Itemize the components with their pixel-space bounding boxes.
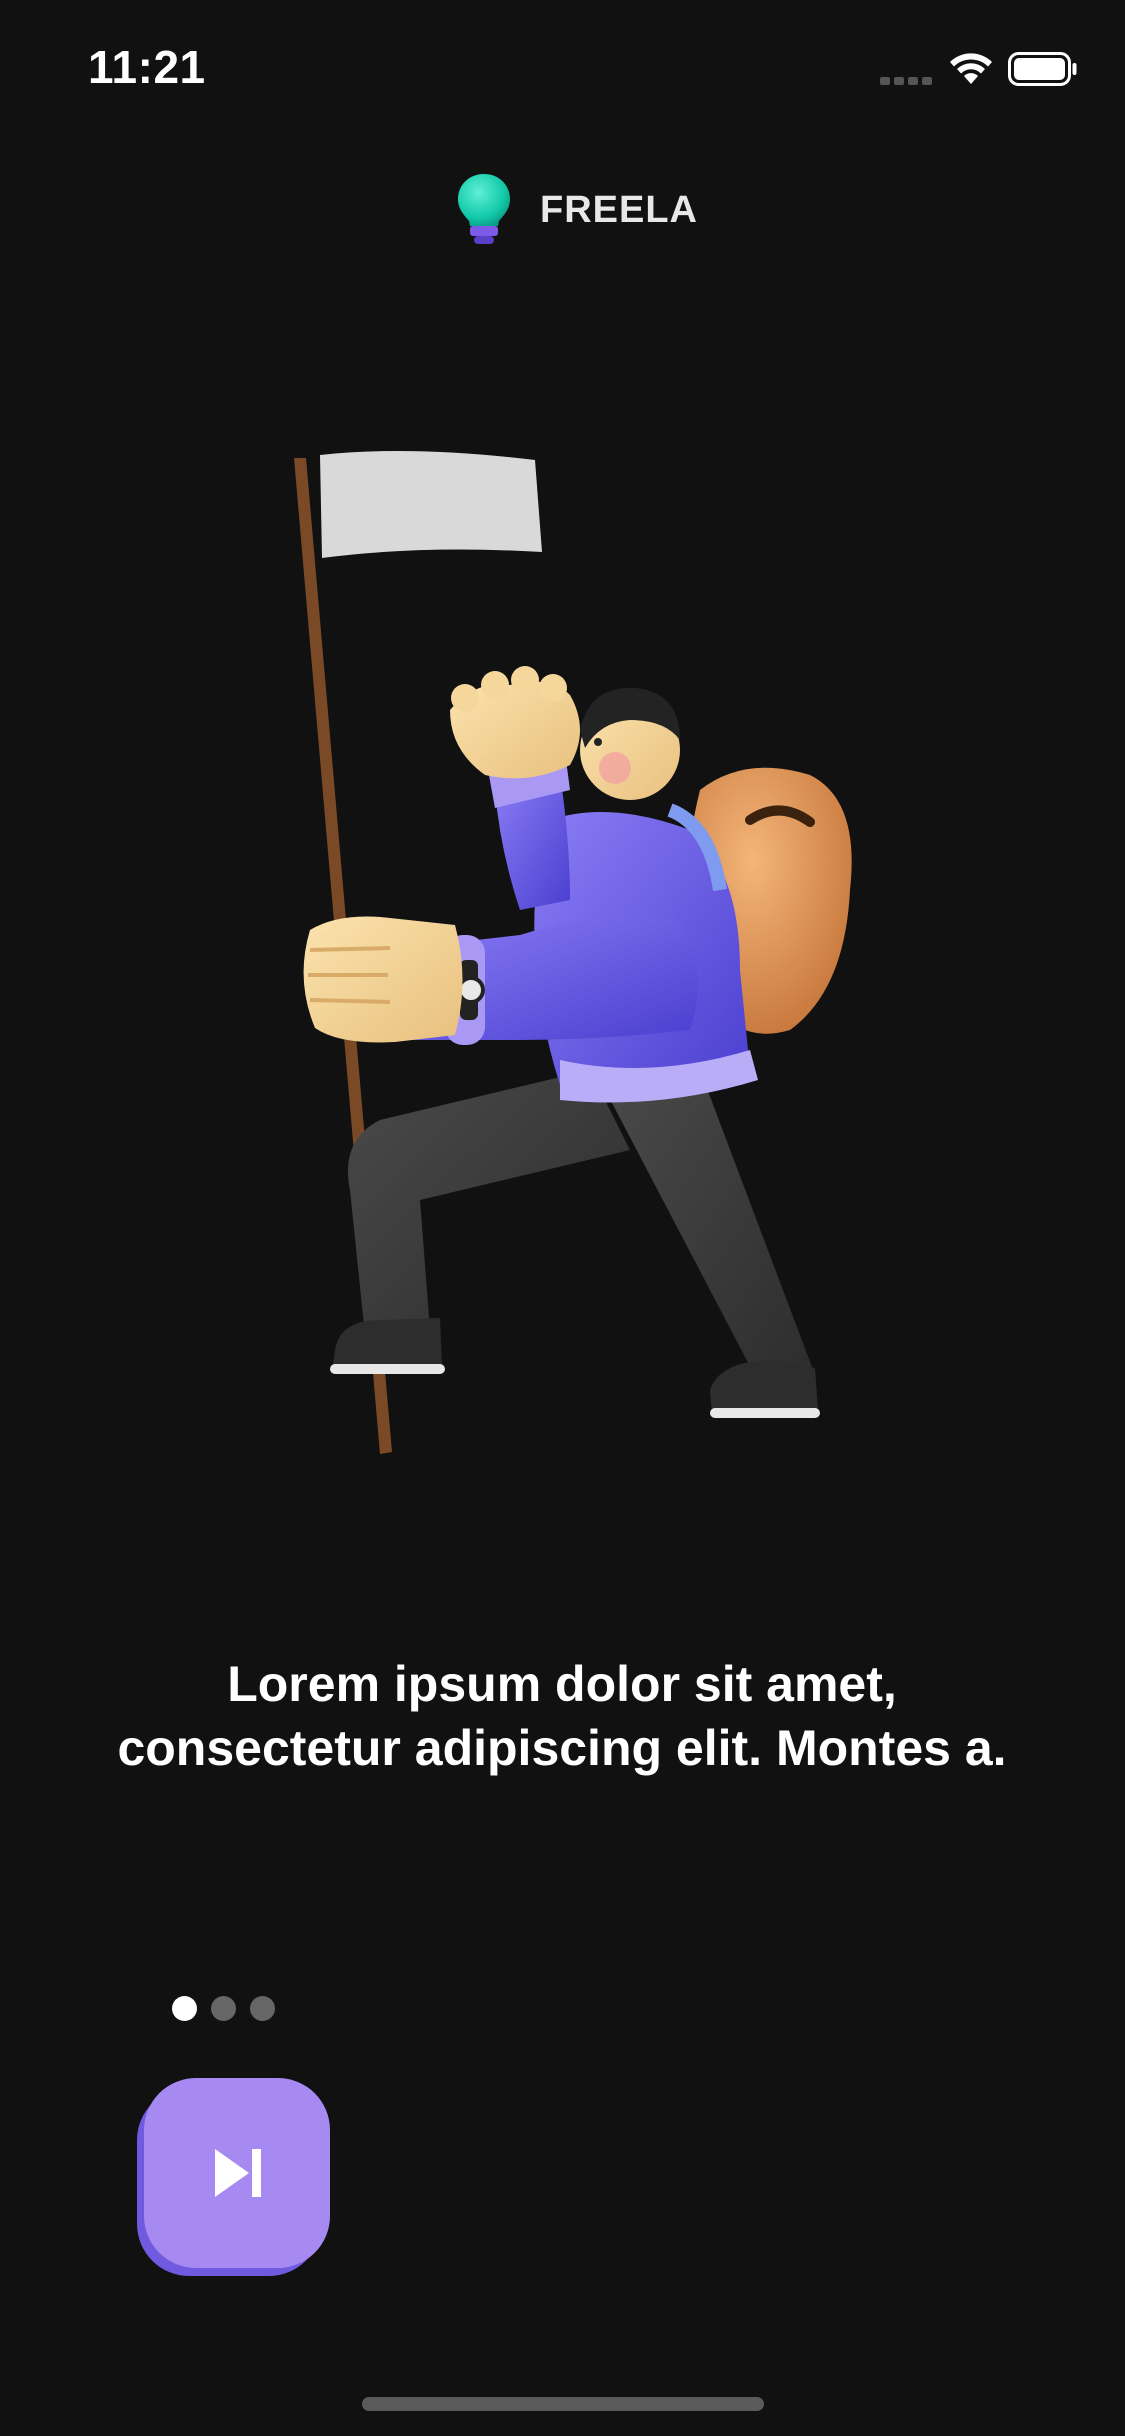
battery-icon bbox=[1008, 52, 1077, 86]
home-indicator[interactable] bbox=[362, 2397, 764, 2411]
brand-logo: FREELA bbox=[454, 170, 698, 250]
page-indicator bbox=[172, 1996, 275, 2021]
skip-next-icon bbox=[215, 2149, 261, 2197]
page-dot[interactable] bbox=[250, 1996, 275, 2021]
brand-name: FREELA bbox=[540, 188, 698, 231]
page-dot-active[interactable] bbox=[172, 1996, 197, 2021]
page-dot[interactable] bbox=[211, 1996, 236, 2021]
cellular-signal-icon bbox=[880, 75, 932, 85]
status-bar: 11:21 bbox=[0, 0, 1125, 132]
lightbulb-icon bbox=[458, 174, 510, 244]
skip-button[interactable] bbox=[144, 2078, 330, 2268]
status-time: 11:21 bbox=[88, 41, 206, 93]
hiker-with-flag-illustration bbox=[294, 451, 852, 1454]
onboarding-headline: Lorem ipsum dolor sit amet, consectetur … bbox=[117, 1656, 1007, 1776]
wifi-icon bbox=[950, 53, 992, 84]
